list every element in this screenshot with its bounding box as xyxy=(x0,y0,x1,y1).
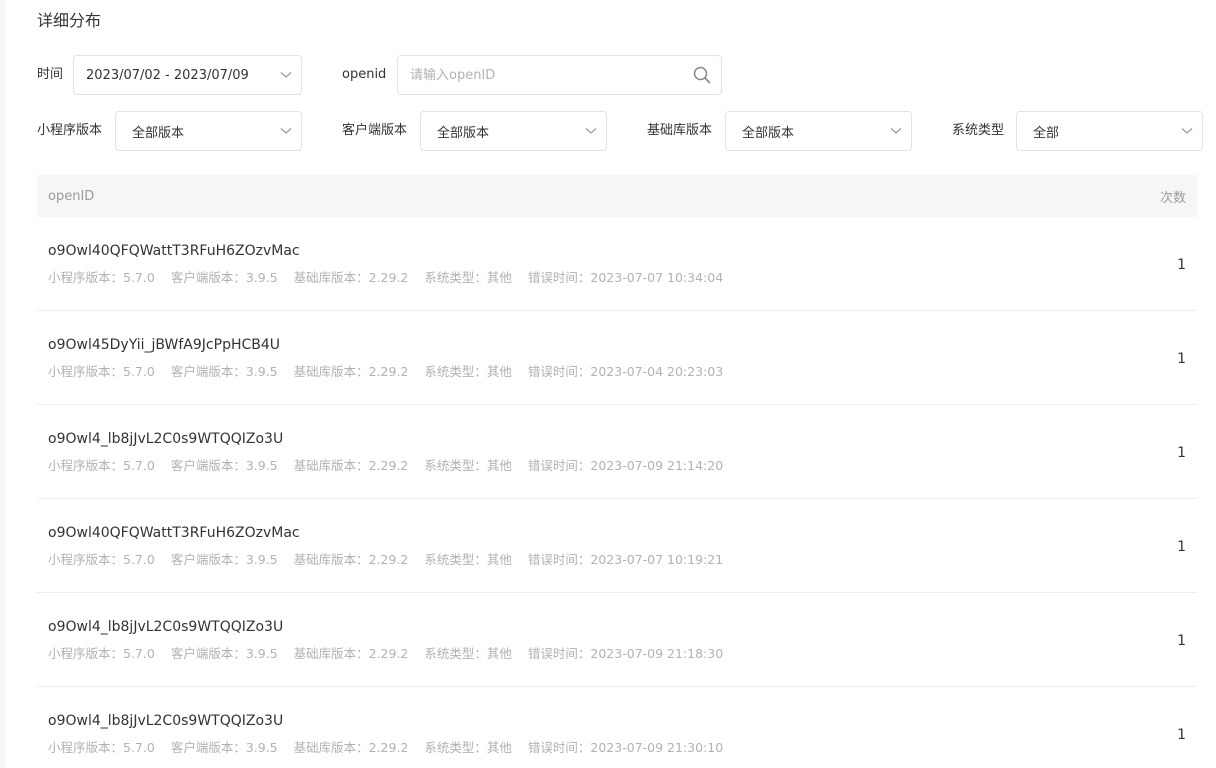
row-count: 1 xyxy=(1177,539,1186,555)
chevron-down-icon xyxy=(881,127,911,135)
row-openid: o9Owl40QFQWattT3RFuH6ZOzvMac xyxy=(48,243,300,259)
row-client-version: 客户端版本：3.9.5 xyxy=(170,364,278,379)
row-base-version: 基础库版本：2.29.2 xyxy=(293,458,409,473)
client-version-select[interactable]: 全部版本 xyxy=(420,111,607,151)
row-error-time: 错误时间：2023-07-07 10:19:21 xyxy=(527,552,724,567)
row-openid: o9Owl4_lb8jJvL2C0s9WTQQIZo3U xyxy=(48,431,284,447)
table-header: openID 次数 xyxy=(37,175,1197,217)
row-base-version: 基础库版本：2.29.2 xyxy=(293,740,409,755)
row-error-time: 错误时间：2023-07-09 21:14:20 xyxy=(527,458,724,473)
row-os-type: 系统类型：其他 xyxy=(424,270,512,285)
row-os-type: 系统类型：其他 xyxy=(424,458,512,473)
row-mini-version: 小程序版本：5.7.0 xyxy=(48,646,155,661)
row-openid: o9Owl4_lb8jJvL2C0s9WTQQIZo3U xyxy=(48,713,284,729)
row-mini-version: 小程序版本：5.7.0 xyxy=(48,740,155,755)
left-gutter xyxy=(0,0,5,768)
row-base-version: 基础库版本：2.29.2 xyxy=(293,552,409,567)
row-meta: 小程序版本：5.7.0 客户端版本：3.9.5 基础库版本：2.29.2 系统类型：其… xyxy=(48,457,739,475)
row-base-version: 基础库版本：2.29.2 xyxy=(293,646,409,661)
row-meta: 小程序版本：5.7.0 客户端版本：3.9.5 基础库版本：2.29.2 系统类型：其… xyxy=(48,551,739,569)
client-version-value: 全部版本 xyxy=(437,125,490,141)
row-os-type: 系统类型：其他 xyxy=(424,646,512,661)
table-row[interactable]: o9Owl4_lb8jJvL2C0s9WTQQIZo3U 小程序版本：5.7.0 客… xyxy=(37,405,1197,499)
chevron-down-icon xyxy=(271,71,301,79)
table-row[interactable]: o9Owl4_lb8jJvL2C0s9WTQQIZo3U 小程序版本：5.7.0 客… xyxy=(37,593,1197,687)
section-title: 详细分布 xyxy=(37,11,102,30)
chevron-down-icon xyxy=(271,127,301,135)
row-mini-version: 小程序版本：5.7.0 xyxy=(48,552,155,567)
column-header-count: 次数 xyxy=(1159,190,1186,206)
time-range-picker[interactable]: 2023/07/02 - 2023/07/09 xyxy=(73,55,302,95)
row-error-time: 错误时间：2023-07-09 21:18:30 xyxy=(527,646,724,661)
row-base-version: 基础库版本：2.29.2 xyxy=(293,270,409,285)
row-client-version: 客户端版本：3.9.5 xyxy=(170,458,278,473)
row-error-time: 错误时间：2023-07-07 10:34:04 xyxy=(527,270,724,285)
row-meta: 小程序版本：5.7.0 客户端版本：3.9.5 基础库版本：2.29.2 系统类型：其… xyxy=(48,645,739,663)
row-count: 1 xyxy=(1177,445,1186,461)
table-row[interactable]: o9Owl4_lb8jJvL2C0s9WTQQIZo3U 小程序版本：5.7.0 客… xyxy=(37,687,1197,768)
search-icon[interactable] xyxy=(683,66,721,84)
row-openid: o9Owl4_lb8jJvL2C0s9WTQQIZo3U xyxy=(48,619,284,635)
table-row[interactable]: o9Owl45DyYii_jBWfA9JcPpHCB4U 小程序版本：5.7.0 客… xyxy=(37,311,1197,405)
detail-distribution-page: 详细分布 时间 2023/07/02 - 2023/07/09 openid 小… xyxy=(0,0,1216,768)
row-os-type: 系统类型：其他 xyxy=(424,364,512,379)
base-version-label: 基础库版本 xyxy=(647,123,713,138)
row-openid: o9Owl45DyYii_jBWfA9JcPpHCB4U xyxy=(48,337,281,353)
mini-version-label: 小程序版本 xyxy=(37,123,103,138)
table-row[interactable]: o9Owl40QFQWattT3RFuH6ZOzvMac 小程序版本：5.7.0 客… xyxy=(37,499,1197,593)
base-version-select[interactable]: 全部版本 xyxy=(725,111,912,151)
row-client-version: 客户端版本：3.9.5 xyxy=(170,646,278,661)
os-type-select[interactable]: 全部 xyxy=(1016,111,1203,151)
row-meta: 小程序版本：5.7.0 客户端版本：3.9.5 基础库版本：2.29.2 系统类型：其… xyxy=(48,739,739,757)
row-count: 1 xyxy=(1177,351,1186,367)
time-range-value: 2023/07/02 - 2023/07/09 xyxy=(86,67,249,83)
time-label: 时间 xyxy=(37,67,64,82)
row-openid: o9Owl40QFQWattT3RFuH6ZOzvMac xyxy=(48,525,300,541)
row-error-time: 错误时间：2023-07-04 20:23:03 xyxy=(527,364,724,379)
table-row[interactable]: o9Owl40QFQWattT3RFuH6ZOzvMac 小程序版本：5.7.0 客… xyxy=(37,217,1197,311)
row-os-type: 系统类型：其他 xyxy=(424,552,512,567)
openid-label: openid xyxy=(342,67,387,82)
row-client-version: 客户端版本：3.9.5 xyxy=(170,740,278,755)
row-client-version: 客户端版本：3.9.5 xyxy=(170,552,278,567)
os-type-value: 全部 xyxy=(1033,125,1060,141)
row-mini-version: 小程序版本：5.7.0 xyxy=(48,458,155,473)
table-body: o9Owl40QFQWattT3RFuH6ZOzvMac 小程序版本：5.7.0 客… xyxy=(37,217,1197,768)
openid-search-box xyxy=(397,55,722,95)
row-mini-version: 小程序版本：5.7.0 xyxy=(48,270,155,285)
column-header-openid: openID xyxy=(48,188,95,204)
distribution-table: openID 次数 o9Owl40QFQWattT3RFuH6ZOzvMac 小程… xyxy=(37,175,1197,768)
openid-search-input[interactable] xyxy=(410,67,683,83)
chevron-down-icon xyxy=(576,127,606,135)
os-type-label: 系统类型 xyxy=(952,123,1005,138)
row-os-type: 系统类型：其他 xyxy=(424,740,512,755)
row-client-version: 客户端版本：3.9.5 xyxy=(170,270,278,285)
row-count: 1 xyxy=(1177,633,1186,649)
mini-version-select[interactable]: 全部版本 xyxy=(115,111,302,151)
row-mini-version: 小程序版本：5.7.0 xyxy=(48,364,155,379)
row-base-version: 基础库版本：2.29.2 xyxy=(293,364,409,379)
base-version-value: 全部版本 xyxy=(742,125,795,141)
row-meta: 小程序版本：5.7.0 客户端版本：3.9.5 基础库版本：2.29.2 系统类型：其… xyxy=(48,269,739,287)
mini-version-value: 全部版本 xyxy=(132,125,185,141)
row-error-time: 错误时间：2023-07-09 21:30:10 xyxy=(527,740,724,755)
row-count: 1 xyxy=(1177,727,1186,743)
row-count: 1 xyxy=(1177,257,1186,273)
row-meta: 小程序版本：5.7.0 客户端版本：3.9.5 基础库版本：2.29.2 系统类型：其… xyxy=(48,363,739,381)
chevron-down-icon xyxy=(1172,127,1202,135)
client-version-label: 客户端版本 xyxy=(342,123,408,138)
